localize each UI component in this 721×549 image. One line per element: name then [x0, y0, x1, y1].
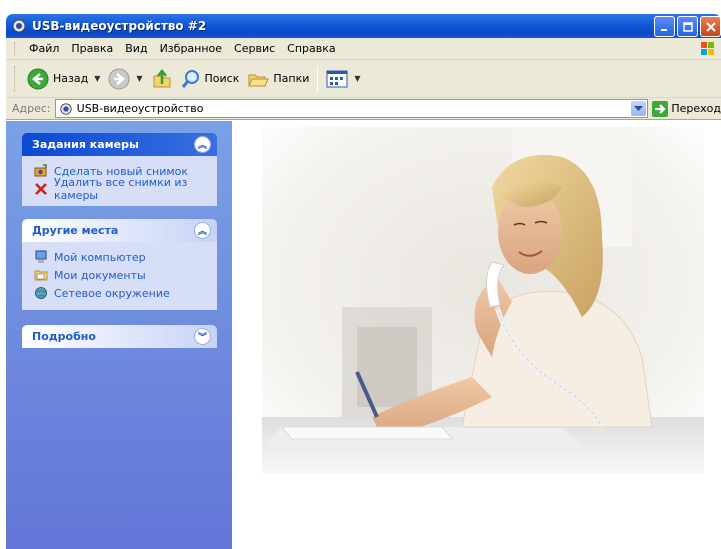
menu-tools[interactable]: Сервис [228, 42, 281, 55]
explorer-window: USB-видеоустройство #2 Файл Правка Вид И… [0, 0, 721, 549]
address-bar: Адрес: USB-видеоустройство Переход [6, 98, 721, 120]
menu-edit[interactable]: Правка [65, 42, 119, 55]
my-computer-link[interactable]: Мой компьютер [34, 248, 209, 266]
other-places-panel: Другие места ︽ Мой компьютер Мои докумен… [22, 219, 217, 310]
folders-icon [248, 74, 270, 86]
address-value: USB-видеоустройство [76, 102, 204, 115]
folders-label: Папки [273, 72, 310, 85]
delete-x-icon [35, 183, 47, 195]
back-button[interactable]: Назад ▼ [23, 64, 104, 94]
menu-help[interactable]: Справка [281, 42, 341, 55]
back-dropdown-icon[interactable]: ▼ [94, 74, 100, 83]
back-arrow-icon [27, 68, 49, 89]
up-folder-button[interactable] [147, 64, 177, 94]
forward-arrow-icon [108, 68, 130, 89]
my-documents-icon [34, 270, 48, 281]
other-places-title: Другие места [32, 224, 119, 237]
views-icon [326, 70, 348, 87]
title-bar[interactable]: USB-видеоустройство #2 [6, 14, 721, 38]
menu-view[interactable]: Вид [119, 42, 153, 55]
camera-tasks-panel: Задания камеры ︽ Сделать новый снимок Уд… [22, 133, 217, 206]
window-controls [654, 16, 721, 37]
my-computer-label: Мой компьютер [54, 250, 146, 264]
folders-button[interactable]: Папки [243, 64, 313, 94]
camera-preview-area [232, 121, 721, 549]
go-arrow-icon [652, 100, 669, 117]
menu-bar: Файл Правка Вид Избранное Сервис Справка [6, 38, 721, 60]
my-documents-label: Мои документы [54, 268, 146, 282]
go-label: Переход [671, 102, 721, 115]
network-places-link[interactable]: Сетевое окружение [34, 284, 209, 302]
camera-icon [59, 102, 72, 115]
maximize-icon [682, 21, 693, 32]
expand-icon[interactable]: ︾ [194, 328, 211, 345]
network-places-label: Сетевое окружение [54, 286, 170, 300]
search-label: Поиск [204, 72, 240, 85]
views-dropdown-icon[interactable]: ▼ [354, 74, 360, 83]
windows-logo-icon [699, 40, 717, 58]
details-header[interactable]: Подробно ︾ [22, 325, 217, 348]
camera-preview-image [262, 127, 704, 473]
details-title: Подробно [32, 330, 96, 343]
camera-icon [11, 18, 27, 34]
toolbar-separator [317, 65, 319, 92]
close-button[interactable] [700, 16, 721, 37]
minimize-button[interactable] [654, 16, 675, 37]
forward-dropdown-icon[interactable]: ▼ [136, 74, 142, 83]
collapse-icon[interactable]: ︽ [194, 136, 211, 153]
maximize-button[interactable] [677, 16, 698, 37]
close-icon [705, 21, 716, 32]
menu-file[interactable]: Файл [23, 42, 65, 55]
back-label: Назад [53, 72, 89, 85]
task-pane: Задания камеры ︽ Сделать новый снимок Уд… [6, 121, 232, 549]
details-panel: Подробно ︾ [22, 325, 217, 348]
window-title: USB-видеоустройство #2 [32, 19, 207, 33]
my-documents-link[interactable]: Мои документы [34, 266, 209, 284]
camera-tasks-title: Задания камеры [32, 138, 139, 151]
camera-tasks-header[interactable]: Задания камеры ︽ [22, 133, 217, 156]
address-label: Адрес: [12, 102, 51, 115]
standard-toolbar: Назад ▼ ▼ Поиск Папки ▼ [6, 60, 721, 98]
other-places-header[interactable]: Другие места ︽ [22, 219, 217, 242]
go-button[interactable]: Переход [652, 100, 721, 117]
magnifier-icon [181, 69, 199, 88]
delete-all-pictures-label: Удалить все снимки из камеры [54, 176, 188, 202]
other-places-body: Мой компьютер Мои документы Сетевое окру… [22, 242, 217, 310]
address-dropdown-button[interactable] [631, 101, 647, 116]
delete-all-pictures-link[interactable]: Удалить все снимки из камеры [34, 176, 209, 202]
forward-button[interactable]: ▼ [104, 64, 146, 94]
network-places-icon [35, 287, 47, 299]
toolbar-grip[interactable] [14, 65, 17, 92]
my-computer-icon [35, 250, 47, 263]
search-button[interactable]: Поиск [177, 64, 244, 94]
menu-favorites[interactable]: Избранное [154, 42, 228, 55]
take-picture-icon [34, 164, 47, 177]
minimize-icon [660, 28, 667, 31]
folder-up-icon [153, 68, 171, 87]
collapse-icon[interactable]: ︽ [194, 222, 211, 239]
camera-tasks-body: Сделать новый снимок Удалить все снимки … [22, 156, 217, 206]
views-button[interactable]: ▼ [322, 64, 364, 94]
address-input[interactable]: USB-видеоустройство [54, 99, 649, 118]
menubar-grip[interactable] [14, 41, 17, 56]
chevron-down-icon [634, 105, 644, 111]
